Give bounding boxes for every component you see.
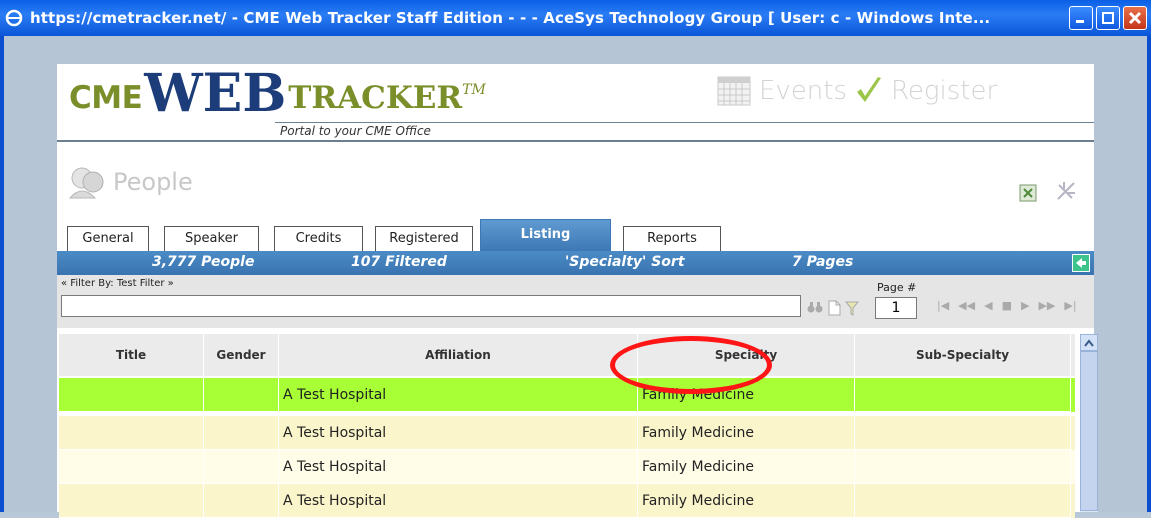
tab-label: Credits xyxy=(295,231,342,246)
stop-icon[interactable]: ■ xyxy=(1002,299,1012,312)
excel-export-icon[interactable] xyxy=(1019,184,1037,202)
page-count: 7 Pages xyxy=(792,254,854,270)
scroll-up-button[interactable] xyxy=(1080,334,1098,351)
filter-tools xyxy=(807,300,859,316)
browser-icon xyxy=(4,8,24,28)
prev-fast-icon[interactable]: ◀◀ xyxy=(958,299,975,312)
tab-label: Registered xyxy=(389,231,459,246)
tab-registered[interactable]: Registered xyxy=(375,226,473,251)
prev-page-icon[interactable]: ◀ xyxy=(984,299,992,312)
calendar-icon[interactable] xyxy=(717,76,751,106)
table-row[interactable]: A Test Hospital Family Medicine xyxy=(59,484,1075,518)
table-row[interactable]: A Test Hospital Family Medicine xyxy=(59,378,1075,412)
filter-input[interactable] xyxy=(61,295,801,317)
listing-status-bar: 3,777 People 107 Filtered 'Specialty' So… xyxy=(57,251,1094,275)
nav-register-link[interactable]: Register xyxy=(891,76,997,106)
cell-affiliation: A Test Hospital xyxy=(279,416,638,450)
checkmark-icon xyxy=(857,77,882,102)
sort-status: 'Specialty' Sort xyxy=(565,254,685,270)
tab-label: General xyxy=(82,231,134,246)
cell-affiliation: A Test Hospital xyxy=(279,450,638,484)
cme-web-tracker-logo[interactable]: CME WEB TRACKER TM xyxy=(69,68,486,120)
page-number-label: Page # xyxy=(877,281,917,294)
listing-grid: Title Gender Affiliation Specialty Sub-S… xyxy=(57,328,1098,518)
cell-title xyxy=(59,416,204,450)
cell-affiliation: A Test Hospital xyxy=(279,484,638,518)
vertical-scrollbar[interactable] xyxy=(1080,334,1098,512)
minimize-button[interactable] xyxy=(1069,6,1093,30)
column-header-title[interactable]: Title xyxy=(59,334,204,376)
page-number-input[interactable]: 1 xyxy=(875,297,917,319)
cell-gender xyxy=(204,484,279,518)
cell-specialty: Family Medicine xyxy=(638,484,855,518)
window-title-bar: https://cmetracker.net/ - CME Web Tracke… xyxy=(0,0,1151,36)
tab-label: Reports xyxy=(647,231,697,246)
table-row[interactable]: A Test Hospital Family Medicine xyxy=(59,450,1075,484)
close-button[interactable] xyxy=(1123,6,1147,30)
tab-listing[interactable]: Listing xyxy=(480,219,611,251)
filter-toolbar: « Filter By: Test Filter » Page # 1 |◀ ◀… xyxy=(57,275,1094,328)
chevron-up-icon xyxy=(1084,338,1094,347)
column-header-sub-specialty[interactable]: Sub-Specialty xyxy=(855,334,1071,376)
column-header-affiliation[interactable]: Affiliation xyxy=(279,334,638,376)
grid-header: Title Gender Affiliation Specialty Sub-S… xyxy=(59,334,1075,376)
top-nav: Events Register xyxy=(717,76,997,106)
cell-title xyxy=(59,484,204,518)
annotation-circle xyxy=(610,336,772,394)
cell-title xyxy=(59,378,204,412)
last-page-icon[interactable]: ▶| xyxy=(1064,299,1076,312)
scroll-thumb[interactable] xyxy=(1080,351,1098,511)
new-document-icon[interactable] xyxy=(827,300,841,316)
next-fast-icon[interactable]: ▶▶ xyxy=(1038,299,1055,312)
binoculars-icon[interactable] xyxy=(807,300,823,314)
tab-label: Speaker xyxy=(185,231,238,246)
filtered-count: 107 Filtered xyxy=(351,254,447,270)
cell-sub-specialty xyxy=(855,378,1071,412)
nav-events-link[interactable]: Events xyxy=(759,76,847,106)
filter-funnel-icon[interactable] xyxy=(845,300,859,316)
cell-sub-specialty xyxy=(855,450,1071,484)
cell-sub-specialty xyxy=(855,416,1071,450)
tab-general[interactable]: General xyxy=(67,226,149,251)
tab-speaker[interactable]: Speaker xyxy=(164,226,259,251)
cell-specialty: Family Medicine xyxy=(638,450,855,484)
filter-label[interactable]: « Filter By: Test Filter » xyxy=(61,278,174,289)
arrow-left-icon xyxy=(1076,258,1086,268)
first-page-icon[interactable]: |◀ xyxy=(937,299,949,312)
logo-tm: TM xyxy=(462,82,486,98)
people-icon xyxy=(68,167,104,199)
window-frame: CME WEB TRACKER TM Portal to your CME Of… xyxy=(0,36,1151,518)
tab-reports[interactable]: Reports xyxy=(623,226,721,251)
cell-gender xyxy=(204,450,279,484)
next-page-icon[interactable]: ▶ xyxy=(1021,299,1029,312)
page-content: CME WEB TRACKER TM Portal to your CME Of… xyxy=(57,64,1098,518)
people-count: 3,777 People xyxy=(152,254,255,270)
cell-affiliation: A Test Hospital xyxy=(279,378,638,412)
tagline: Portal to your CME Office xyxy=(280,124,431,138)
cell-sub-specialty xyxy=(855,484,1071,518)
cell-title xyxy=(59,450,204,484)
window-title: https://cmetracker.net/ - CME Web Tracke… xyxy=(30,9,991,27)
logo-cme: CME xyxy=(69,80,143,116)
table-row[interactable]: A Test Hospital Family Medicine xyxy=(59,416,1075,450)
cell-specialty: Family Medicine xyxy=(638,416,855,450)
cell-gender xyxy=(204,378,279,412)
tab-bar: General Speaker Credits Registered Listi… xyxy=(67,219,1094,251)
tab-credits[interactable]: Credits xyxy=(274,226,363,251)
back-arrow-button[interactable] xyxy=(1072,254,1090,272)
header-divider: Portal to your CME Office xyxy=(57,122,1094,142)
maximize-button[interactable] xyxy=(1096,6,1120,30)
section-header: People xyxy=(67,164,193,200)
tools-icon[interactable] xyxy=(1055,180,1077,202)
tab-label: Listing xyxy=(520,227,571,242)
column-header-gender[interactable]: Gender xyxy=(204,334,279,376)
pagination-controls: |◀ ◀◀ ◀ ■ ▶ ▶▶ ▶| xyxy=(937,299,1077,312)
cell-gender xyxy=(204,416,279,450)
logo-tracker: TRACKER xyxy=(288,80,463,116)
logo-web: WEB xyxy=(144,63,287,124)
section-title: People xyxy=(113,168,193,196)
